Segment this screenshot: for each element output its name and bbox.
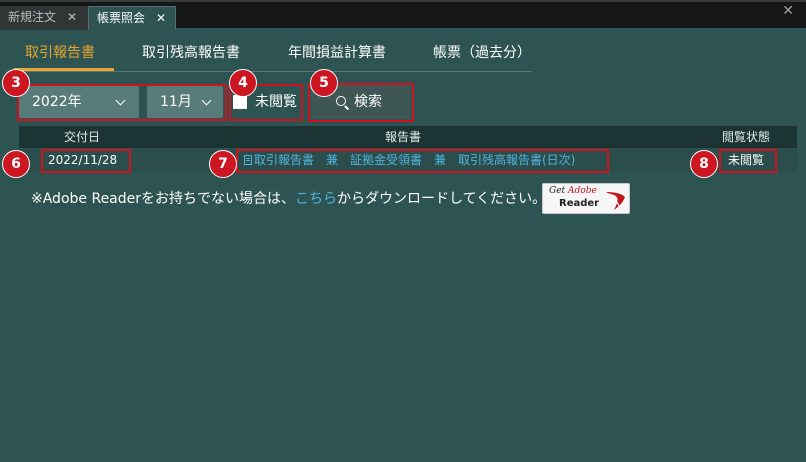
- window-tab-new-order[interactable]: 新規注文 ✕: [0, 6, 88, 30]
- adobe-reader-text: Reader: [559, 198, 600, 209]
- window-tab-bar: 新規注文 ✕ 帳票照会 ✕ ✕: [0, 0, 806, 30]
- report-link-highlight: [236, 149, 609, 173]
- close-icon[interactable]: ✕: [156, 7, 166, 29]
- window-tab-label: 新規注文: [8, 10, 57, 24]
- report-type-tabs: 取引報告書 取引残高報告書 年間損益計算書 帳票（過去分）: [14, 42, 532, 72]
- adobe-reader-logo-icon: [606, 192, 625, 210]
- callout-3: 3: [2, 69, 30, 97]
- callout-8: 8: [690, 150, 718, 178]
- note-prefix: ※Adobe Readerをお持ちでない場合は、: [31, 191, 296, 207]
- tab-past-reports[interactable]: 帳票（過去分）: [433, 42, 531, 62]
- header-view-status: 閲覧状態: [722, 130, 771, 144]
- header-report: 報告書: [385, 130, 422, 144]
- header-issue-date: 交付日: [64, 130, 101, 144]
- adobe-reader-note: ※Adobe Readerをお持ちでない場合は、こちらからダウンロードしてくださ…: [31, 188, 546, 208]
- active-tab-indicator: [14, 68, 114, 71]
- adobe-get-text: Get Adobe: [549, 186, 597, 196]
- tab-trade-report[interactable]: 取引報告書: [25, 42, 95, 62]
- issue-date-highlight: [41, 149, 131, 173]
- tab-balance-report[interactable]: 取引残高報告書: [142, 42, 240, 62]
- callout-6: 6: [2, 150, 30, 178]
- download-link[interactable]: こちら: [295, 191, 337, 207]
- window-tab-label: 帳票照会: [97, 11, 146, 25]
- get-adobe-reader-badge[interactable]: Get Adobe Reader: [542, 183, 630, 214]
- note-suffix: からダウンロードしてください。: [337, 191, 547, 207]
- window-close-icon[interactable]: ✕: [782, 3, 794, 19]
- window-tab-report-inquiry[interactable]: 帳票照会 ✕: [88, 6, 176, 30]
- callout-4: 4: [229, 69, 257, 97]
- callout-5: 5: [310, 69, 338, 97]
- callout-7: 7: [209, 150, 237, 178]
- date-selects-highlight: [17, 84, 227, 121]
- close-icon[interactable]: ✕: [67, 6, 77, 28]
- view-status-highlight: [719, 149, 777, 173]
- table-header: 交付日 報告書 閲覧状態: [19, 126, 797, 148]
- tab-annual-pl[interactable]: 年間損益計算書: [288, 42, 386, 62]
